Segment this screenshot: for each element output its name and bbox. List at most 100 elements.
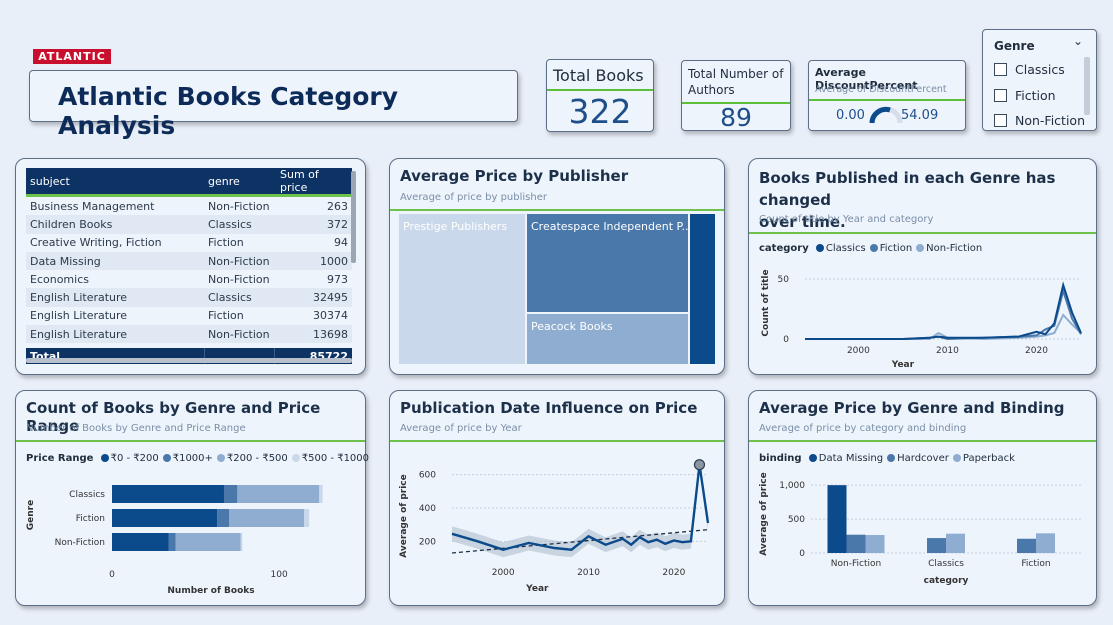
y-tick-label: 0: [799, 549, 805, 559]
table-row[interactable]: Economics Non-Fiction 973: [26, 270, 352, 288]
category-label: Non-Fiction: [831, 559, 881, 569]
genre-time-subtitle: Count of title by Year and category: [759, 214, 934, 225]
legend-item[interactable]: Paperback: [949, 453, 1015, 464]
legend-item[interactable]: Classics: [812, 243, 866, 254]
gauge-min-value: 0.00: [836, 108, 865, 123]
table-row[interactable]: English Literature Non-Fiction 13698: [26, 325, 352, 344]
treemap-tile-prestige[interactable]: Prestige Publishers: [399, 214, 525, 364]
table-scrollbar-vertical[interactable]: [351, 171, 356, 263]
bar-segment[interactable]: [240, 533, 243, 551]
kpi-avg-discount: Average DiscountPercent Average of Disco…: [808, 60, 966, 131]
checkbox-icon[interactable]: [994, 89, 1007, 102]
bar-segment[interactable]: [304, 509, 310, 527]
column-header-sum-price[interactable]: Sum of price: [276, 168, 352, 194]
legend-label: ₹1000+: [172, 453, 213, 464]
gauge-arc: [869, 106, 903, 124]
cell-subject: Creative Writing, Fiction: [30, 236, 162, 250]
genre-slicer: Genre ⌄ Classics Fiction Non-Fiction: [982, 29, 1097, 131]
bar-segment[interactable]: [112, 533, 169, 551]
legend-label: Classics: [825, 243, 866, 254]
pub-price-chart: 200 400 600 2000 2010 2020 Year Average of pric…: [399, 457, 710, 594]
legend-dot-icon: [887, 454, 896, 462]
table-row[interactable]: English Literature Classics 32495: [26, 288, 352, 307]
treemap-tile-peacock[interactable]: Peacock Books: [527, 314, 688, 364]
bar[interactable]: [827, 485, 847, 553]
bar[interactable]: [1036, 533, 1055, 553]
x-tick-label: 2000: [492, 568, 515, 578]
page-title: Atlantic Books Category Analysis: [58, 82, 399, 140]
table-row[interactable]: Children Books Classics 372: [26, 215, 352, 234]
legend-item[interactable]: Hardcover: [883, 453, 949, 464]
x-tick-label: 2010: [577, 568, 600, 578]
table-row[interactable]: English Literature Fiction 30374: [26, 307, 352, 325]
pub-price-card: Publication Date Influence on Price Aver…: [389, 390, 725, 606]
y-tick-label: 50: [778, 275, 790, 285]
bar-segment[interactable]: [168, 533, 176, 551]
table-scrollbar-horizontal[interactable]: [26, 358, 352, 363]
price-range-chart: Classics Fiction Non-Fiction 0 100 Number of …: [26, 485, 323, 596]
bar[interactable]: [927, 538, 946, 553]
y-axis-label: Count of title: [761, 269, 771, 336]
series-line-non-fiction[interactable]: [805, 313, 1082, 341]
kpi-total-authors: Total Number of Authors 89: [681, 60, 791, 132]
legend-title: category: [759, 243, 809, 254]
genre-time-card: Books Published in each Genre has change…: [748, 158, 1097, 375]
bar[interactable]: [865, 535, 885, 553]
treemap-tile-other[interactable]: [690, 214, 715, 364]
treemap-label: Createspace Independent P...: [531, 220, 688, 233]
x-tick-label: 2010: [936, 346, 959, 356]
pub-price-title: Publication Date Influence on Price: [400, 399, 698, 417]
table-row[interactable]: Creative Writing, Fiction Fiction 94: [26, 234, 352, 252]
slicer-scrollbar[interactable]: [1084, 57, 1090, 115]
price-range-subtitle: Number of Books by Genre and Price Range: [26, 423, 246, 434]
bar-segment[interactable]: [319, 485, 323, 503]
binding-chart: 0 500 1,000 Non-Fiction Classics Fiction categ…: [759, 472, 1081, 586]
legend-item[interactable]: ₹200 - ₹500: [213, 453, 288, 464]
treemap-card: Average Price by Publisher Average of pr…: [389, 158, 725, 375]
bar-segment[interactable]: [237, 485, 320, 503]
table-row[interactable]: Data Missing Non-Fiction 1000: [26, 251, 352, 271]
legend-item[interactable]: Fiction: [866, 243, 912, 254]
binding-subtitle: Average of price by category and binding: [759, 423, 967, 434]
bar-segment[interactable]: [217, 509, 229, 527]
cell-genre: Non-Fiction: [204, 325, 276, 344]
y-axis-label: Average of price: [399, 474, 409, 557]
genre-time-title-line1: Books Published in each Genre has change…: [759, 169, 1056, 209]
column-header-genre[interactable]: genre: [204, 168, 276, 194]
kpi-avg-discount-sublabel: Average of DiscountPercent: [815, 84, 947, 95]
cell-price: 372: [276, 215, 352, 234]
series-line-classics[interactable]: [805, 281, 1082, 340]
card-divider: [16, 440, 365, 442]
bar[interactable]: [946, 533, 965, 553]
y-tick-label: 500: [788, 515, 805, 525]
y-tick-label: 1,000: [779, 481, 805, 491]
legend-item[interactable]: Data Missing: [805, 453, 883, 464]
slicer-option-label: Non-Fiction: [1015, 113, 1086, 128]
legend-item[interactable]: ₹0 - ₹200: [97, 453, 159, 464]
bar-segment[interactable]: [112, 485, 224, 503]
legend-item[interactable]: ₹1000+: [159, 453, 213, 464]
legend-label: ₹200 - ₹500: [226, 453, 288, 464]
y-tick-label: 400: [419, 504, 436, 514]
cell-genre: Fiction: [208, 236, 244, 250]
card-divider: [749, 440, 1096, 442]
binding-title: Average Price by Genre and Binding: [759, 399, 1065, 417]
legend-item[interactable]: ₹500 - ₹1000: [288, 453, 369, 464]
binding-legend: binding Data Missing Hardcover Paperback: [759, 453, 1015, 464]
x-tick-label: 100: [271, 570, 288, 580]
bar-segment[interactable]: [223, 485, 238, 503]
checkbox-icon[interactable]: [994, 63, 1007, 76]
table-row[interactable]: Business Management Non-Fiction 263: [26, 197, 352, 215]
legend-items: Data Missing Hardcover Paperback: [805, 453, 1015, 464]
column-header-subject[interactable]: subject: [26, 168, 204, 194]
bar-segment[interactable]: [112, 509, 218, 527]
bar-segment[interactable]: [229, 509, 305, 527]
chevron-down-icon[interactable]: ⌄: [1073, 34, 1083, 48]
peak-marker[interactable]: [693, 459, 706, 471]
checkbox-icon[interactable]: [994, 114, 1007, 127]
bar[interactable]: [1017, 538, 1036, 553]
legend-item[interactable]: Non-Fiction: [912, 243, 982, 254]
treemap-tile-createspace[interactable]: Createspace Independent P...: [527, 214, 688, 312]
bar-segment[interactable]: [175, 533, 241, 551]
bar[interactable]: [846, 534, 866, 553]
